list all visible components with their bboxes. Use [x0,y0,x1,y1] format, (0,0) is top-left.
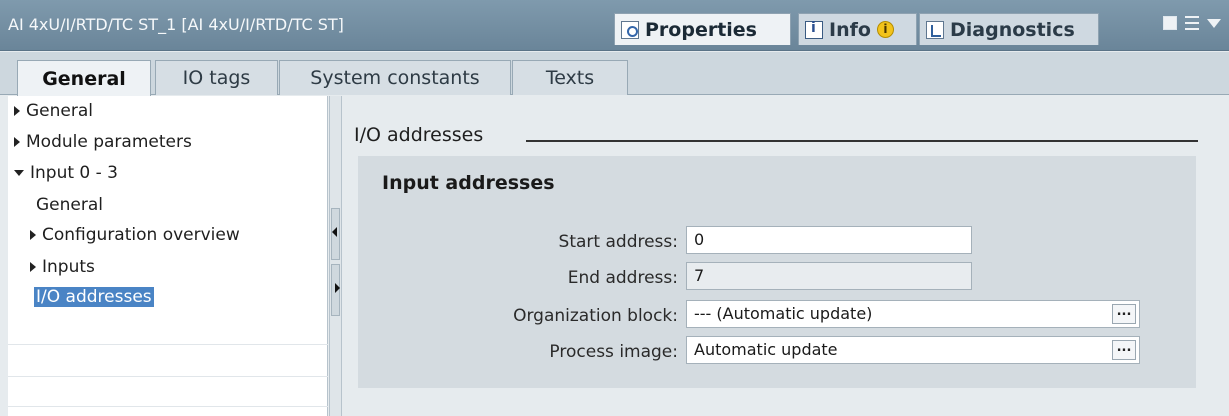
tree-item-input-0-3[interactable]: Input 0 - 3 [14,160,118,186]
diagnostics-icon [926,20,944,39]
properties-icon [621,20,639,39]
start-address-input[interactable]: 0 [686,226,972,254]
process-image-value: Automatic update [694,340,838,359]
tree-divider [8,406,328,407]
module-title: AI 4xU/I/RTD/TC ST_1 [AI 4xU/I/RTD/TC ST… [8,15,344,34]
sub-tab-bar: General IO tags System constants Texts [0,52,1229,96]
tab-info[interactable]: Info i [798,13,917,45]
tree-item-label: Input 0 - 3 [30,163,118,183]
info-warning-icon: i [876,21,894,38]
organization-block-browse-button[interactable]: ... [1112,304,1136,324]
pane-splitter[interactable] [329,96,342,416]
organization-block-field[interactable]: --- (Automatic update) ... [686,300,1140,328]
tree-item-label: General [36,195,103,215]
process-image-label: Process image: [549,342,678,362]
section-divider [526,140,1198,142]
tab-system-constants[interactable]: System constants [279,60,511,95]
tree-item-module-parameters[interactable]: Module parameters [14,129,192,155]
window-controls [1163,16,1221,30]
properties-content: I/O addresses Input addresses Start addr… [343,96,1229,416]
section-title: I/O addresses [354,124,484,146]
navigation-tree: General Module parameters Input 0 - 3 Ge… [8,96,328,416]
arrow-right-icon [335,283,340,293]
tree-divider [8,344,328,345]
tab-io-tags[interactable]: IO tags [155,60,278,95]
tab-properties-label: Properties [645,18,757,41]
inspector-title-bar: AI 4xU/I/RTD/TC ST_1 [AI 4xU/I/RTD/TC ST… [0,0,1229,51]
collapse-arrow-icon[interactable] [14,170,24,176]
organization-block-value: --- (Automatic update) [694,304,873,323]
tree-item-io-addresses[interactable]: I/O addresses [34,284,154,310]
expand-right-handle[interactable] [331,264,340,316]
start-address-label: Start address: [558,232,678,252]
tab-diagnostics[interactable]: Diagnostics [919,13,1099,45]
process-image-field[interactable]: Automatic update ... [686,336,1140,364]
tree-item-label: General [26,101,93,121]
arrow-left-icon [332,227,337,237]
chevron-down-icon[interactable] [1207,18,1221,28]
tree-item-label: Configuration overview [42,225,240,245]
tree-divider [8,376,328,377]
tab-general[interactable]: General [17,60,151,96]
tree-item-label: Inputs [42,257,95,277]
expand-arrow-icon[interactable] [14,137,20,147]
tab-diagnostics-label: Diagnostics [950,18,1075,41]
tree-item-inputs[interactable]: Inputs [30,254,95,280]
tree-item-label: Module parameters [26,132,192,152]
tab-texts[interactable]: Texts [512,60,628,95]
organization-block-label: Organization block: [513,306,678,326]
collapse-left-handle[interactable] [331,208,340,260]
end-address-label: End address: [567,268,678,288]
info-icon [805,20,823,39]
tab-info-label: Info [829,18,871,41]
expand-arrow-icon[interactable] [30,230,36,240]
tree-item-label: I/O addresses [34,287,154,307]
tab-properties[interactable]: Properties [614,13,791,45]
expand-arrow-icon[interactable] [14,106,20,116]
process-image-browse-button[interactable]: ... [1112,340,1136,360]
input-addresses-group: Input addresses Start address: 0 End add… [358,156,1196,388]
restore-icon[interactable] [1163,16,1177,30]
group-title: Input addresses [382,172,555,194]
list-icon[interactable] [1185,16,1199,30]
end-address-field: 7 [686,262,972,290]
tree-item-general[interactable]: General [14,98,93,124]
tree-item-input-general[interactable]: General [36,192,103,218]
tree-item-configuration-overview[interactable]: Configuration overview [30,222,240,248]
expand-arrow-icon[interactable] [30,262,36,272]
